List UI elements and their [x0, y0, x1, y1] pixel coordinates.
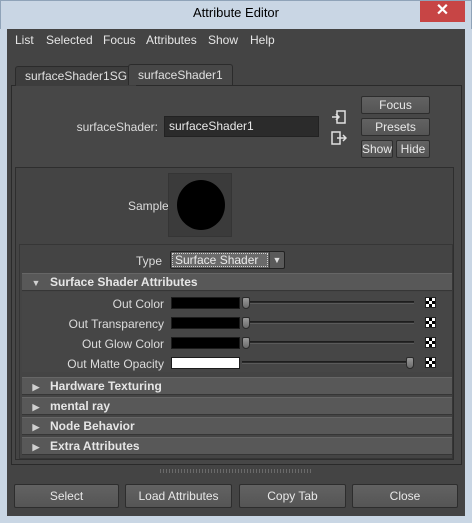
- attr-label: Out Transparency: [68, 317, 164, 331]
- type-dropdown-value: Surface Shader: [172, 253, 268, 267]
- node-name-label: surfaceShader:: [76, 120, 158, 134]
- slider-track[interactable]: [242, 361, 414, 364]
- section-title: Surface Shader Attributes: [50, 275, 198, 289]
- section-title: mental ray: [50, 399, 111, 413]
- presets-button[interactable]: Presets: [361, 118, 430, 136]
- focus-button[interactable]: Focus: [361, 96, 430, 114]
- menu-show[interactable]: Show: [208, 33, 238, 47]
- type-label: Type: [135, 254, 162, 268]
- section-title: Hardware Texturing: [50, 379, 162, 393]
- node-name-field[interactable]: surfaceShader1: [164, 116, 319, 137]
- close-icon[interactable]: ✕: [420, 1, 465, 22]
- load-attributes-button[interactable]: Load Attributes: [125, 484, 232, 508]
- collapsed-arrow-icon: ▶: [32, 442, 40, 452]
- section-title: Extra Attributes: [50, 439, 140, 453]
- arrow-in-icon[interactable]: [331, 110, 347, 124]
- shader-sphere: [177, 180, 225, 230]
- color-swatch[interactable]: [171, 337, 240, 349]
- section-title: Node Behavior: [50, 419, 135, 433]
- map-texture-icon[interactable]: [425, 357, 436, 368]
- menu-focus[interactable]: Focus: [103, 33, 136, 47]
- color-swatch[interactable]: [171, 357, 240, 369]
- sample-swatch[interactable]: [168, 173, 232, 237]
- show-button[interactable]: Show: [361, 140, 393, 158]
- close-button[interactable]: Close: [352, 484, 458, 508]
- slider-thumb[interactable]: [406, 357, 414, 369]
- hide-button[interactable]: Hide: [396, 140, 430, 158]
- copy-tab-button[interactable]: Copy Tab: [239, 484, 346, 508]
- slider-thumb[interactable]: [242, 297, 250, 309]
- map-texture-icon[interactable]: [425, 337, 436, 348]
- section-mental-ray[interactable]: ▶ mental ray: [22, 397, 452, 415]
- attr-label: Out Glow Color: [81, 337, 164, 351]
- section-hardware-texturing[interactable]: ▶ Hardware Texturing: [22, 377, 452, 395]
- color-swatch[interactable]: [171, 297, 240, 309]
- section-surface-shader[interactable]: ▼ Surface Shader Attributes: [22, 273, 452, 291]
- section-node-behavior[interactable]: ▶ Node Behavior: [22, 417, 452, 435]
- slider-track[interactable]: [242, 321, 414, 324]
- slider-thumb[interactable]: [242, 337, 250, 349]
- menu-attributes[interactable]: Attributes: [146, 33, 197, 47]
- chevron-down-icon: ▼: [269, 252, 284, 268]
- color-swatch[interactable]: [171, 317, 240, 329]
- section-extra-attributes[interactable]: ▶ Extra Attributes: [22, 437, 452, 455]
- menu-selected[interactable]: Selected: [46, 33, 93, 47]
- sample-label: Sample: [128, 199, 169, 213]
- slider-thumb[interactable]: [242, 317, 250, 329]
- arrow-out-icon[interactable]: [331, 131, 348, 145]
- attr-label: Out Color: [112, 297, 164, 311]
- attr-label: Out Matte Opacity: [67, 357, 164, 371]
- menu-list[interactable]: List: [15, 33, 34, 47]
- tab-surfaceshader1[interactable]: surfaceShader1: [128, 64, 233, 85]
- splitter-handle[interactable]: [160, 469, 312, 473]
- expanded-arrow-icon: ▼: [31, 278, 41, 288]
- type-dropdown[interactable]: Surface Shader ▼: [170, 251, 285, 269]
- map-texture-icon[interactable]: [425, 297, 436, 308]
- slider-track[interactable]: [242, 341, 414, 344]
- tab-surfaceshader1sg[interactable]: surfaceShader1SG: [15, 66, 138, 86]
- menu-help[interactable]: Help: [250, 33, 275, 47]
- collapsed-arrow-icon: ▶: [32, 402, 40, 412]
- slider-track[interactable]: [242, 301, 414, 304]
- map-texture-icon[interactable]: [425, 317, 436, 328]
- collapsed-arrow-icon: ▶: [32, 422, 40, 432]
- collapsed-arrow-icon: ▶: [32, 382, 40, 392]
- window-title: Attribute Editor: [193, 5, 279, 20]
- select-button[interactable]: Select: [14, 484, 119, 508]
